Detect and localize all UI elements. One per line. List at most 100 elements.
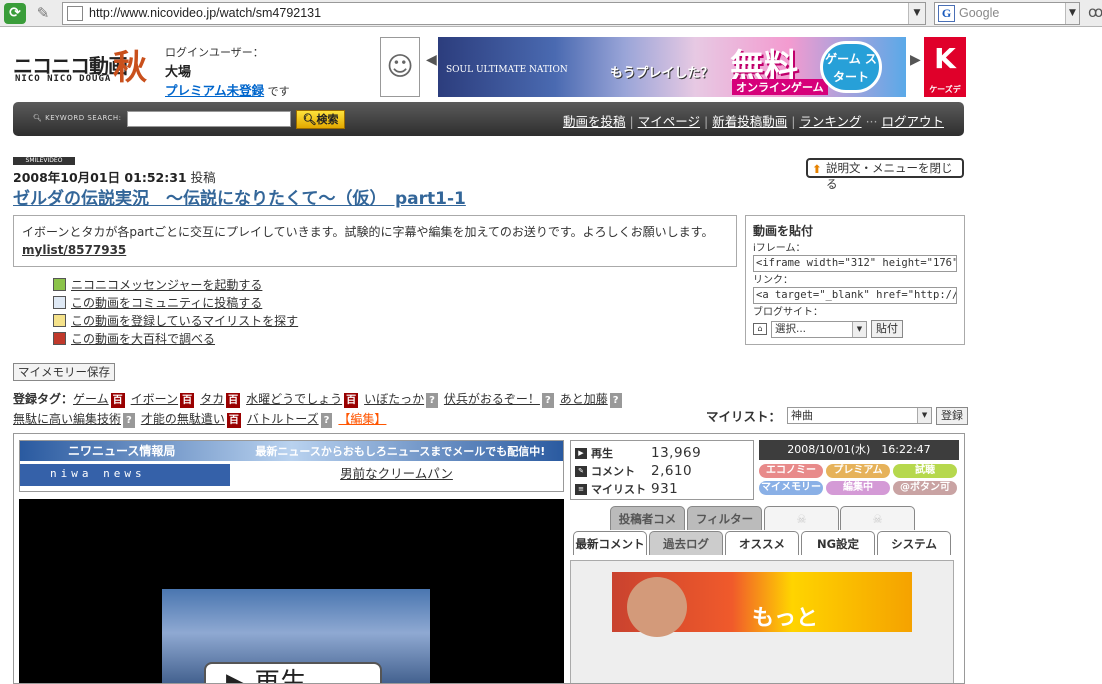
close-description-button[interactable]: ⬆ 説明文・メニューを閉じる (806, 158, 964, 191)
tab-latest-comments[interactable]: 最新コメント (573, 531, 647, 555)
badge-mymemory: マイメモリー (759, 481, 823, 495)
link-code-field[interactable]: <a target="_blank" href="http://www.ni (753, 287, 957, 304)
tab-ng-settings[interactable]: NG設定 (801, 531, 875, 555)
pen-icon[interactable]: ✎ (32, 3, 54, 24)
tag-item[interactable]: イボーン (131, 392, 178, 406)
username: 大場 (165, 65, 192, 80)
mylist-search-icon (53, 313, 66, 327)
login-label: ログインユーザー： (165, 46, 264, 59)
tag-item[interactable]: タカ (200, 392, 224, 406)
tag-item[interactable]: いぼたっか (364, 392, 424, 406)
address-dropdown-icon[interactable]: ▼ (908, 3, 925, 24)
comment-panel-ad[interactable]: もっと (612, 572, 912, 637)
reload-icon[interactable]: ⟳ (4, 3, 26, 24)
encyclopedia-icon (53, 331, 66, 345)
unknown-mark[interactable]: ? (123, 413, 135, 428)
banner-next-icon[interactable]: ▶ (910, 52, 921, 68)
news-headline-link[interactable]: 男前なクリームパン (230, 464, 563, 486)
game-banner-ad[interactable]: SOUL ULTIMATE NATION もうプレイした？ 無料 オンラインゲー… (438, 37, 906, 97)
nav-upload-link[interactable]: 動画を投稿 (563, 114, 626, 129)
tag-item[interactable]: 無駄に高い編集技術 (13, 412, 121, 426)
search-engine-label: Google (959, 6, 1000, 20)
skull-icon[interactable]: ☠ (764, 506, 839, 530)
address-bar[interactable]: http://www.nicovideo.jp/watch/sm4792131 … (62, 2, 926, 25)
encyclopedia-mark[interactable]: 百 (226, 413, 241, 428)
unknown-mark[interactable]: ? (541, 393, 554, 408)
tag-item[interactable]: バトルトーズ (247, 412, 319, 426)
description-mylist-link[interactable]: mylist/8577935 (22, 243, 126, 257)
video-title[interactable]: ゼルダの伝説実況 ～伝説になりたくて～（仮） part1-1 (13, 184, 466, 209)
play-button[interactable]: ▶ 再生 (204, 662, 382, 683)
address-url[interactable]: http://www.nicovideo.jp/watch/sm4792131 (89, 6, 321, 20)
site-logo[interactable]: ニコニコ動画 NICO NICO DOUGA 秋 (13, 48, 158, 90)
unknown-mark[interactable]: ? (426, 393, 438, 408)
browser-search-box[interactable]: G Google ▼ (934, 2, 1080, 25)
iframe-label: iフレーム： (753, 243, 806, 254)
tab-recommended[interactable]: オススメ (725, 531, 799, 555)
video-screen[interactable]: ▶ 再生 (19, 499, 564, 683)
encyclopedia-mark[interactable]: 百 (110, 393, 125, 408)
header-nav: 動画を投稿 | マイページ | 新着投稿動画 | ランキング ··· ログアウト (562, 114, 944, 129)
binoculars-icon[interactable]: ꝏ (1088, 3, 1102, 21)
niwa-news-bar[interactable]: ニワニュース情報局 最新ニュースからおもしろニュースまでメールでも配信中! niw… (19, 440, 564, 492)
tag-item[interactable]: 水曜どうでしょう (246, 392, 342, 406)
my-memory-save-button[interactable]: マイメモリー保存 (13, 363, 115, 381)
posted-date: 2008年10月01日 01:52:31 (13, 170, 187, 185)
iframe-code-field[interactable]: <iframe width="312" height="176" src= (753, 255, 957, 272)
tag-item[interactable]: あと加藤 (560, 392, 608, 406)
mylist-select[interactable]: 神曲 ▼ (787, 407, 933, 424)
nav-ranking-link[interactable]: ランキング (799, 114, 861, 129)
video-player: ニワニュース情報局 最新ニュースからおもしろニュースまでメールでも配信中! niw… (13, 433, 965, 684)
search-button[interactable]: 🔍︎検索 (296, 110, 345, 129)
unknown-mark[interactable]: ? (609, 393, 622, 408)
mylist-register-button[interactable]: 登録 (936, 406, 969, 425)
tab-system[interactable]: システム (877, 531, 951, 555)
tab-filter[interactable]: フィルター (687, 506, 762, 530)
niwa-news-logo: niwa news (20, 464, 230, 486)
nav-mypage-link[interactable]: マイページ (638, 114, 700, 129)
blog-label: ブログサイト： (753, 307, 823, 318)
encyclopedia-mark[interactable]: 百 (226, 393, 241, 408)
tab-past-log[interactable]: 過去ログ (649, 531, 723, 555)
banner-start-button[interactable]: ゲーム スタート (820, 41, 882, 93)
tag-item[interactable]: 伏兵がおるぞー！ (444, 392, 540, 406)
search-dropdown-icon[interactable]: ▼ (1065, 3, 1079, 24)
nav-logout-link[interactable]: ログアウト (881, 114, 944, 129)
side-banner-ad[interactable]: K ケーズデ (924, 37, 966, 97)
action-community[interactable]: この動画をコミュニティに投稿する (53, 293, 298, 311)
action-messenger[interactable]: ニコニコメッセンジャーを起動する (53, 275, 298, 293)
community-icon (53, 295, 66, 309)
views-value: 13,969 (651, 445, 702, 461)
video-actions: ニコニコメッセンジャーを起動する この動画をコミュニティに投稿する この動画を登… (53, 275, 298, 347)
badge-preview: 試聴 (893, 464, 957, 478)
banner-prev-icon[interactable]: ◀ (426, 52, 437, 68)
mylist-count-label: マイリスト (591, 483, 646, 496)
encyclopedia-mark[interactable]: 百 (344, 393, 359, 408)
premium-link[interactable]: プレミアム未登録 (165, 83, 264, 98)
ghost-icon[interactable]: ☺ (380, 37, 420, 97)
google-icon: G (938, 5, 955, 22)
paste-button[interactable]: 貼付 (871, 320, 903, 338)
banner-brand: SOUL ULTIMATE NATION (446, 65, 568, 75)
tag-edit-link[interactable]: 【編集】 (338, 412, 386, 426)
badge-economy: エコノミー (759, 464, 823, 478)
action-encyclopedia[interactable]: この動画を大百科で調べる (53, 329, 298, 347)
nav-new-videos-link[interactable]: 新着投稿動画 (712, 114, 787, 129)
encyclopedia-mark[interactable]: 百 (180, 393, 195, 408)
chevron-down-icon: ▼ (852, 321, 866, 337)
embed-heading: 動画を貼付 (753, 224, 814, 238)
comment-panel: 投稿者コメ フィルター ☠ ☠ 最新コメント 過去ログ オススメ NG設定 シス… (570, 504, 954, 683)
tag-item[interactable]: ゲーム (73, 392, 109, 406)
tag-item[interactable]: 才能の無駄遣い (141, 412, 225, 426)
tab-uploader-comment[interactable]: 投稿者コメ (610, 506, 685, 530)
description-text: イボーンとタカが各partごとに交互にプレイしていきます。試験的に字幕や編集を加… (22, 225, 714, 239)
blog-site-select[interactable]: 選択... ▼ (771, 320, 867, 338)
keyword-search-input[interactable] (127, 111, 291, 127)
skull-icon[interactable]: ☠ (840, 506, 915, 530)
comment-icon: ✎ (575, 465, 587, 477)
badge-editing: 編集中 (826, 481, 890, 495)
action-find-mylist[interactable]: この動画を登録しているマイリストを探す (53, 311, 298, 329)
mylist-icon: ≡ (575, 483, 587, 495)
banner-online: オンラインゲーム (732, 79, 828, 95)
unknown-mark[interactable]: ? (320, 413, 333, 428)
